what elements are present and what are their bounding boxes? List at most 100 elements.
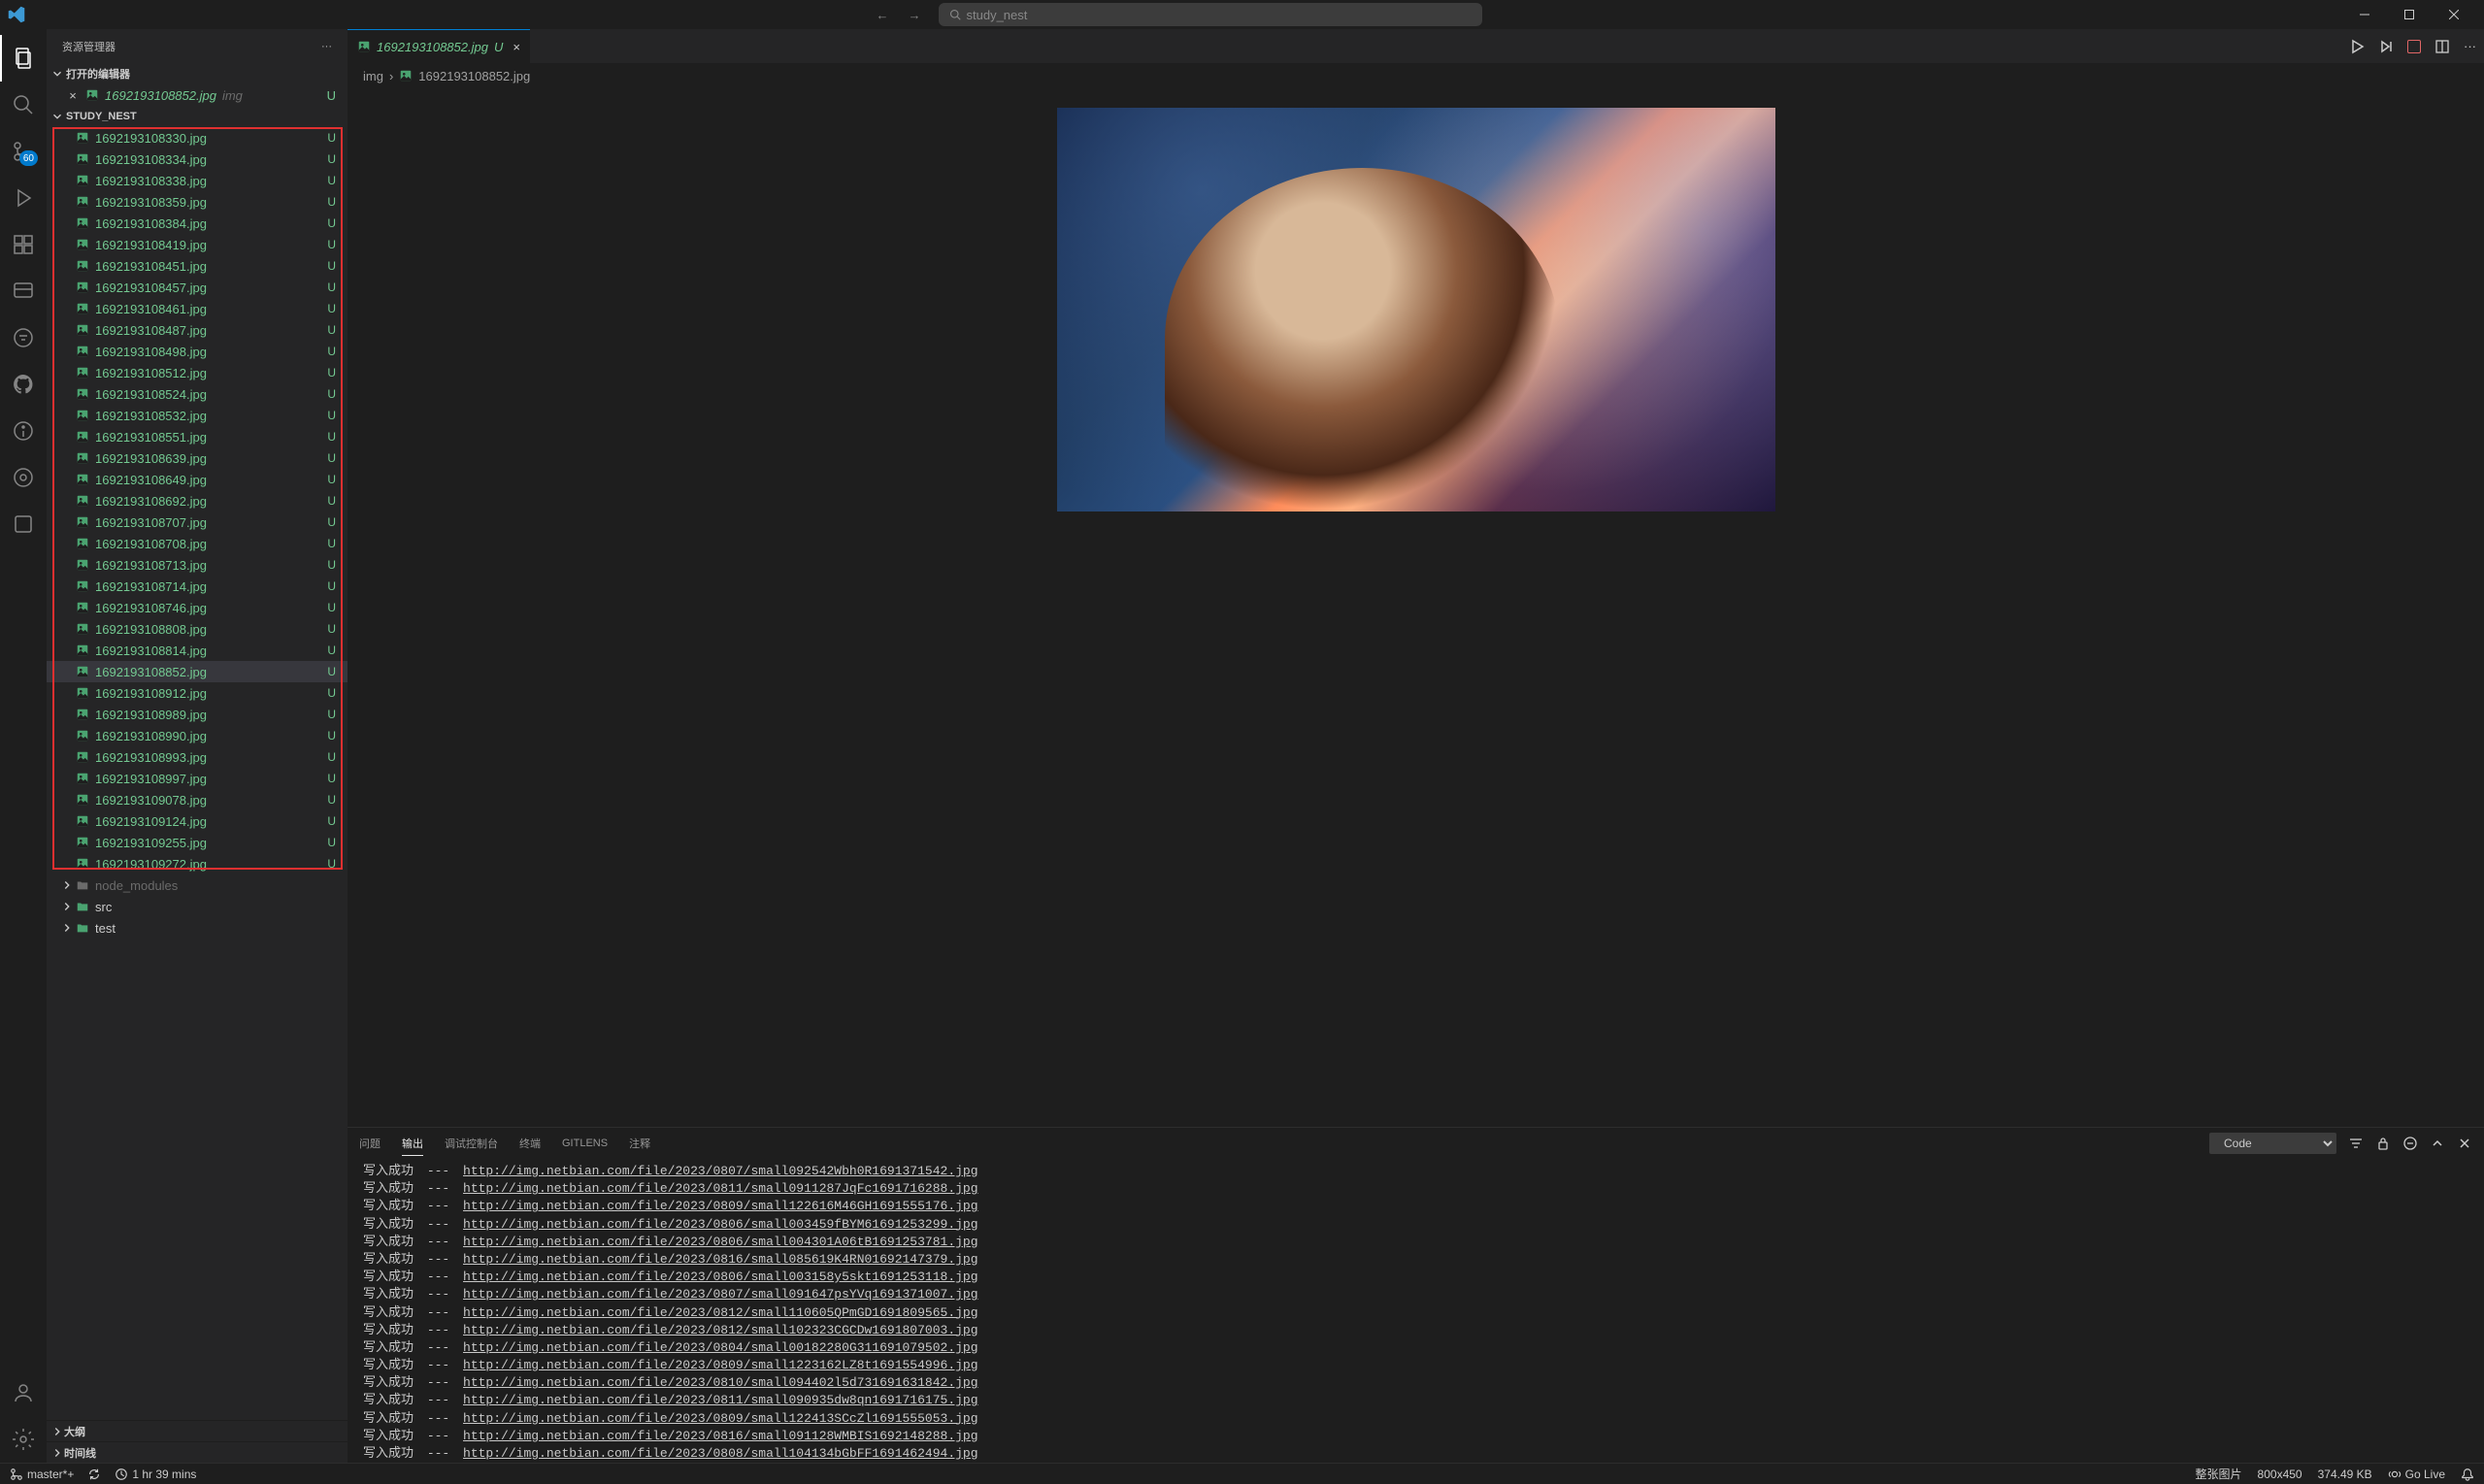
activity-gitlens[interactable] xyxy=(0,408,47,454)
sidebar-more-icon[interactable]: ··· xyxy=(321,41,332,52)
output-url[interactable]: http://img.netbian.com/file/2023/0808/sm… xyxy=(463,1446,978,1461)
breadcrumb[interactable]: img › 1692193108852.jpg xyxy=(348,63,2484,88)
output-url[interactable]: http://img.netbian.com/file/2023/0810/sm… xyxy=(463,1375,978,1390)
file-row[interactable]: 1692193108338.jpgU xyxy=(47,170,348,191)
panel-tab-problems[interactable]: 问题 xyxy=(359,1132,381,1155)
file-row[interactable]: 1692193108989.jpgU xyxy=(47,704,348,725)
file-row[interactable]: 1692193108649.jpgU xyxy=(47,469,348,490)
expand-icon[interactable] xyxy=(2430,1136,2445,1151)
tab-close-icon[interactable]: × xyxy=(513,40,520,54)
close-button[interactable] xyxy=(2432,0,2476,29)
file-row[interactable]: 1692193108707.jpgU xyxy=(47,511,348,533)
file-row[interactable]: 1692193108912.jpgU xyxy=(47,682,348,704)
status-notifications[interactable] xyxy=(2461,1466,2474,1482)
file-row[interactable]: 1692193108639.jpgU xyxy=(47,447,348,469)
activity-explorer[interactable] xyxy=(0,35,47,82)
file-row[interactable]: 1692193108746.jpgU xyxy=(47,597,348,618)
activity-settings[interactable] xyxy=(0,1416,47,1463)
file-row[interactable]: 1692193108330.jpgU xyxy=(47,127,348,148)
file-row[interactable]: 1692193108524.jpgU xyxy=(47,383,348,405)
file-row[interactable]: 1692193109124.jpgU xyxy=(47,810,348,832)
status-dimensions[interactable]: 800x450 xyxy=(2258,1466,2302,1482)
file-row[interactable]: 1692193108512.jpgU xyxy=(47,362,348,383)
file-row[interactable]: 1692193108359.jpgU xyxy=(47,191,348,213)
file-row[interactable]: 1692193108461.jpgU xyxy=(47,298,348,319)
stop-icon[interactable] xyxy=(2407,40,2421,53)
editor-tab[interactable]: 1692193108852.jpg U × xyxy=(348,29,530,63)
forward-arrow-icon[interactable]: → xyxy=(903,6,927,24)
open-editors-header[interactable]: 打开的编辑器 xyxy=(47,63,348,84)
output-body[interactable]: 写入成功 --- http://img.netbian.com/file/202… xyxy=(348,1159,2484,1463)
timeline-section[interactable]: 时间线 xyxy=(47,1441,348,1463)
breadcrumb-segment[interactable]: img xyxy=(363,69,383,83)
activity-item-extra[interactable] xyxy=(0,501,47,547)
workspace-header[interactable]: STUDY_NEST xyxy=(47,106,348,127)
file-row[interactable]: 1692193108708.jpgU xyxy=(47,533,348,554)
back-arrow-icon[interactable]: ← xyxy=(871,6,895,24)
output-url[interactable]: http://img.netbian.com/file/2023/0816/sm… xyxy=(463,1252,978,1267)
panel-tab-comments[interactable]: 注释 xyxy=(629,1132,650,1155)
status-go-live[interactable]: Go Live xyxy=(2388,1466,2445,1482)
output-channel-select[interactable]: Code xyxy=(2209,1133,2336,1154)
file-row[interactable]: 1692193109272.jpgU xyxy=(47,853,348,874)
file-row[interactable]: 1692193108384.jpgU xyxy=(47,213,348,234)
image-preview[interactable] xyxy=(1057,108,1775,511)
output-url[interactable]: http://img.netbian.com/file/2023/0806/sm… xyxy=(463,1270,978,1284)
activity-debug[interactable] xyxy=(0,175,47,221)
panel-tab-terminal[interactable]: 终端 xyxy=(519,1132,541,1155)
more-actions-icon[interactable]: ··· xyxy=(2464,39,2476,53)
file-row[interactable]: 1692193108713.jpgU xyxy=(47,554,348,576)
file-row[interactable]: 1692193108808.jpgU xyxy=(47,618,348,640)
file-row[interactable]: 1692193108997.jpgU xyxy=(47,768,348,789)
file-row[interactable]: 1692193108457.jpgU xyxy=(47,277,348,298)
output-url[interactable]: http://img.netbian.com/file/2023/0809/sm… xyxy=(463,1199,978,1213)
folder-row[interactable]: node_modules xyxy=(47,874,348,896)
file-row[interactable]: 1692193108993.jpgU xyxy=(47,746,348,768)
split-editor-icon[interactable] xyxy=(2434,39,2450,54)
maximize-button[interactable] xyxy=(2387,0,2432,29)
file-row[interactable]: 1692193109255.jpgU xyxy=(47,832,348,853)
activity-docker[interactable] xyxy=(0,314,47,361)
activity-accounts[interactable] xyxy=(0,1369,47,1416)
file-row[interactable]: 1692193108852.jpgU xyxy=(47,661,348,682)
output-url[interactable]: http://img.netbian.com/file/2023/0812/sm… xyxy=(463,1305,978,1320)
status-sync[interactable] xyxy=(87,1468,101,1481)
file-row[interactable]: 1692193108451.jpgU xyxy=(47,255,348,277)
file-row[interactable]: 1692193108814.jpgU xyxy=(47,640,348,661)
activity-search[interactable] xyxy=(0,82,47,128)
outline-section[interactable]: 大纲 xyxy=(47,1420,348,1441)
run-icon[interactable] xyxy=(2349,39,2365,54)
command-center-search[interactable]: study_nest xyxy=(939,3,1482,26)
panel-tab-output[interactable]: 输出 xyxy=(402,1132,423,1156)
output-url[interactable]: http://img.netbian.com/file/2023/0811/sm… xyxy=(463,1393,978,1407)
activity-scm[interactable]: 60 xyxy=(0,128,47,175)
file-row[interactable]: 1692193108692.jpgU xyxy=(47,490,348,511)
output-url[interactable]: http://img.netbian.com/file/2023/0804/sm… xyxy=(463,1340,978,1355)
output-url[interactable]: http://img.netbian.com/file/2023/0812/sm… xyxy=(463,1323,978,1337)
activity-extensions[interactable] xyxy=(0,221,47,268)
lock-icon[interactable] xyxy=(2375,1136,2391,1151)
close-panel-icon[interactable] xyxy=(2457,1136,2472,1151)
file-row[interactable]: 1692193108419.jpgU xyxy=(47,234,348,255)
file-row[interactable]: 1692193108551.jpgU xyxy=(47,426,348,447)
debug-icon[interactable] xyxy=(2378,39,2394,54)
file-row[interactable]: 1692193108714.jpgU xyxy=(47,576,348,597)
file-row[interactable]: 1692193108334.jpgU xyxy=(47,148,348,170)
output-url[interactable]: http://img.netbian.com/file/2023/0811/sm… xyxy=(463,1181,978,1196)
output-url[interactable]: http://img.netbian.com/file/2023/0809/sm… xyxy=(463,1358,978,1372)
status-image-label[interactable]: 整张图片 xyxy=(2196,1466,2242,1482)
output-url[interactable]: http://img.netbian.com/file/2023/0806/sm… xyxy=(463,1235,978,1249)
output-url[interactable]: http://img.netbian.com/file/2023/0809/sm… xyxy=(463,1411,978,1426)
activity-remote-explorer[interactable] xyxy=(0,268,47,314)
output-url[interactable]: http://img.netbian.com/file/2023/0807/sm… xyxy=(463,1287,978,1302)
close-icon[interactable]: × xyxy=(64,88,82,103)
output-url[interactable]: http://img.netbian.com/file/2023/0807/sm… xyxy=(463,1164,978,1178)
file-row[interactable]: 1692193108487.jpgU xyxy=(47,319,348,341)
activity-github[interactable] xyxy=(0,361,47,408)
folder-row[interactable]: src xyxy=(47,896,348,917)
filter-icon[interactable] xyxy=(2348,1136,2364,1151)
clear-icon[interactable] xyxy=(2402,1136,2418,1151)
status-time[interactable]: 1 hr 39 mins xyxy=(115,1468,196,1481)
minimize-button[interactable] xyxy=(2342,0,2387,29)
status-branch[interactable]: master*+ xyxy=(10,1468,74,1481)
